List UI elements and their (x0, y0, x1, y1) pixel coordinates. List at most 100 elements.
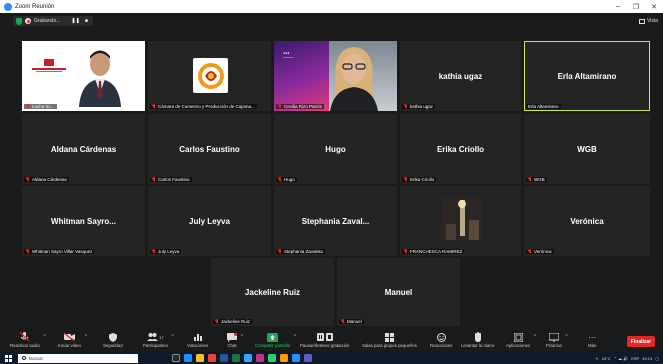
whiteboards-button[interactable]: Pizarras ^ (546, 331, 568, 352)
word-icon[interactable] (220, 354, 228, 362)
chrome-icon[interactable] (208, 354, 216, 362)
shield-icon (108, 331, 117, 343)
excel-icon[interactable] (232, 354, 240, 362)
photoshop-icon[interactable] (244, 354, 252, 362)
shield-icon[interactable] (16, 17, 22, 25)
participant-tile[interactable]: Whitman Sayro... Whitman Sayro Villar Va… (22, 186, 145, 256)
participants-count: 17 (159, 334, 164, 340)
participants-label: Participantes (143, 343, 168, 348)
windows-start-icon[interactable] (5, 354, 12, 362)
zoom-app-icon[interactable] (292, 354, 300, 362)
participant-tile[interactable]: July Leyva July Leyva (148, 186, 271, 256)
participant-tile[interactable]: Carlos Faustino Carlos Faustino (148, 114, 271, 184)
window-title: Zoom Reunión (15, 3, 55, 10)
file-explorer-icon[interactable] (196, 354, 204, 362)
chevron-up-icon[interactable]: ^ (534, 334, 536, 340)
participant-name: Erla Altamirano (557, 71, 617, 81)
more-button[interactable]: ⋯ Más (588, 331, 596, 352)
app-icon[interactable] (304, 354, 312, 362)
tray-icons[interactable]: ⌃ ☁ 🔊 (614, 356, 629, 361)
participant-label-text: Stephania Zavaleta (284, 249, 323, 254)
active-speaker-tile[interactable]: Erla Altamirano Erla Altamirano (524, 41, 650, 111)
pause-recording-button[interactable]: Pausar/detener grabación (300, 331, 349, 352)
title-bar: Zoom Reunión – ❐ ✕ (0, 0, 663, 13)
chat-button[interactable]: Chat ^ (227, 331, 243, 352)
apps-button[interactable]: Aplicaciones ^ (506, 331, 536, 352)
participant-tile[interactable]: Jackeline Ruiz Jackeline Ruiz (211, 258, 334, 326)
raise-hand-button[interactable]: Levantar la mano (461, 331, 494, 352)
maximize-icon[interactable]: ❐ (627, 0, 645, 13)
language-indicator[interactable]: ESP (631, 356, 639, 361)
participant-name: July Leyva (189, 216, 230, 226)
pause-icon[interactable]: ❚❚ (71, 18, 79, 24)
chevron-up-icon[interactable]: ^ (85, 334, 87, 340)
unmute-label: Reactivar audio (10, 343, 40, 348)
close-icon[interactable]: ✕ (645, 0, 663, 13)
participant-label-text: Whitman Sayro Villar Vasquez (32, 249, 93, 254)
participant-tile[interactable]: Verónica Verónica (524, 186, 650, 256)
participant-tile[interactable]: WGB WGB (524, 114, 650, 184)
participant-tile[interactable]: Stephania Zaval... Stephania Zavaleta (274, 186, 397, 256)
participant-tile[interactable]: FRANCHESCA RAMIREZ (400, 186, 521, 256)
participant-tile[interactable]: Erika Criollo Erika Criollo (400, 114, 521, 184)
breakout-rooms-button[interactable]: Salas para grupos pequeños (362, 331, 417, 352)
chevron-up-icon[interactable]: ^ (44, 334, 46, 340)
more-label: Más (588, 343, 597, 348)
minimize-icon[interactable]: – (609, 0, 627, 13)
participant-label: kathia ugaz (402, 104, 436, 109)
participant-tile[interactable]: Aldana Cárdenas Aldana Cárdenas (22, 114, 145, 184)
security-button[interactable]: Seguridad (103, 331, 123, 352)
whatsapp-icon[interactable] (268, 354, 276, 362)
task-view-icon[interactable] (172, 354, 180, 362)
end-meeting-button[interactable]: Finalizar (627, 336, 655, 347)
pause-stop-icon (316, 331, 333, 343)
polls-button[interactable]: Votaciones (187, 331, 208, 352)
mic-muted-icon (26, 104, 30, 109)
participant-label-text: Lucho Sc... (32, 104, 55, 109)
chevron-up-icon[interactable]: ^ (241, 334, 243, 340)
share-screen-icon (267, 331, 279, 343)
participant-label-text: Verónica (534, 249, 552, 254)
participant-label: Manuel (339, 319, 364, 324)
participants-icon: 17 (147, 331, 164, 343)
participant-label: Aldana Cárdenas (24, 177, 69, 182)
participant-tile[interactable]: Hugo Hugo (274, 114, 397, 184)
share-screen-button[interactable]: Compartir pantalla ^ (255, 331, 296, 352)
edge-icon[interactable] (184, 354, 192, 362)
chat-icon (227, 331, 237, 343)
chevron-up-icon[interactable]: ^ (565, 334, 567, 340)
participant-tile[interactable]: Lucho Sc... (22, 41, 145, 111)
view-button[interactable]: Vista (638, 18, 658, 24)
view-label: Vista (646, 18, 658, 24)
participant-tile[interactable]: ●●● ——— Cecilia Rizo Patrón (274, 41, 397, 111)
clock[interactable]: 19:13 (642, 356, 652, 361)
taskbar-search[interactable]: Buscar (18, 353, 138, 363)
recording-label: Grabando... (34, 18, 61, 24)
participants-button[interactable]: 17 Participantes ^ (143, 331, 174, 352)
participant-label: Erla Altamirano (526, 104, 561, 109)
apps-label: Aplicaciones (506, 343, 531, 348)
reactions-button[interactable]: Reacciones (430, 331, 452, 352)
virtual-background: ●●● ——— (274, 41, 329, 111)
unmute-button[interactable]: Reactivar audio ^ (10, 331, 46, 352)
weather-temp[interactable]: 24°C (602, 356, 611, 361)
chevron-up-icon[interactable]: ^ (294, 334, 296, 340)
participant-label: Stephania Zavaleta (276, 249, 325, 254)
participant-label: Cecilia Rizo Patrón (276, 104, 325, 109)
smiley-icon (436, 331, 446, 343)
participant-tile[interactable]: Cámara de Comercio y Producción de Cajam… (148, 41, 271, 111)
app-icon[interactable] (256, 354, 264, 362)
participant-tile[interactable]: kathia ugaz kathia ugaz (400, 41, 521, 111)
start-video-button[interactable]: Iniciar video ^ (58, 331, 87, 352)
whiteboards-label: Pizarras (546, 343, 562, 348)
app-icon[interactable] (280, 354, 288, 362)
participant-label-text: Aldana Cárdenas (32, 177, 67, 182)
participant-label-text: July Leyva (158, 249, 180, 254)
participant-label-text: Hugo (284, 177, 295, 182)
chevron-up-icon[interactable]: ^ (171, 334, 173, 340)
participant-name: Aldana Cárdenas (50, 144, 117, 154)
stop-icon[interactable]: ■ (82, 18, 90, 24)
notification-icon[interactable]: ▢ (655, 356, 659, 361)
reactions-label: Reacciones (430, 343, 453, 348)
participant-tile[interactable]: Manuel Manuel (337, 258, 460, 326)
